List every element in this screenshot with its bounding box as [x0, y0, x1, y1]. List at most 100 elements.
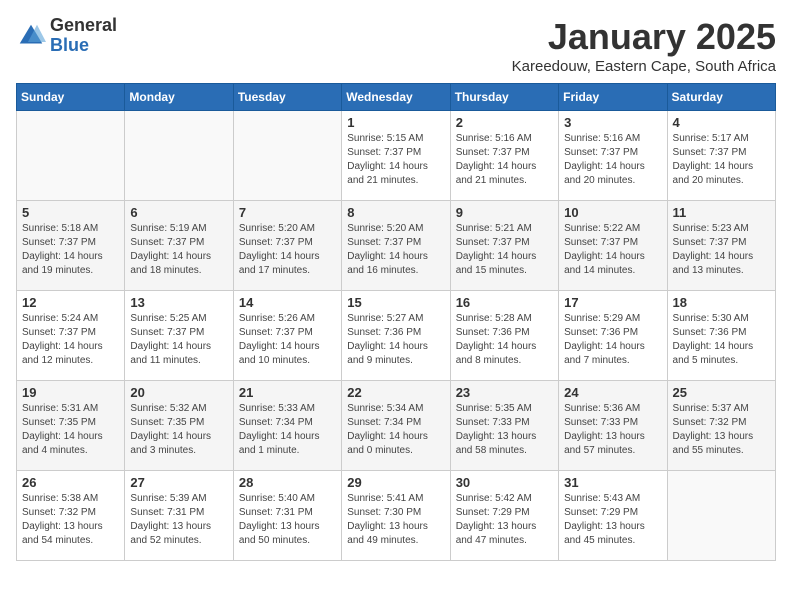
calendar-cell: 30Sunrise: 5:42 AM Sunset: 7:29 PM Dayli… [450, 471, 558, 561]
logo-icon [16, 21, 46, 51]
day-number: 6 [130, 205, 227, 220]
weekday-header: Wednesday [342, 84, 450, 111]
logo: General Blue [16, 16, 117, 56]
day-number: 9 [456, 205, 553, 220]
calendar-cell: 24 Sunrise: 5:36 AM Sunset: 7:33 PM Dayli… [559, 381, 667, 471]
day-info: Sunrise: 5:29 AM Sunset: 7:36 PM Dayligh… [564, 312, 661, 368]
calendar-cell: 14 Sunrise: 5:26 AM Sunset: 7:37 PM Dayli… [233, 291, 341, 381]
page-header: General Blue January 2025 Kareedouw, Eas… [16, 16, 776, 75]
calendar-cell: 12Sunrise: 5:24 AM Sunset: 7:37 PM Dayli… [17, 291, 125, 381]
weekday-header: Thursday [450, 84, 558, 111]
calendar-cell: 28Sunrise: 5:40 AM Sunset: 7:31 PM Dayli… [233, 471, 341, 561]
calendar-week-row: 26Sunrise: 5:38 AM Sunset: 7:32 PM Dayli… [17, 471, 776, 561]
calendar-cell: 23 Sunrise: 5:35 AM Sunset: 7:33 PM Dayli… [450, 381, 558, 471]
day-number: 28 [239, 475, 336, 490]
day-number: 11 [673, 205, 770, 220]
day-number: 3 [564, 115, 661, 130]
day-info: Sunrise: 5:36 AM Sunset: 7:33 PM Dayligh… [564, 402, 661, 458]
day-info: Sunrise: 5:16 AM Sunset: 7:37 PM Dayligh… [564, 132, 661, 188]
day-number: 22 [347, 385, 444, 400]
day-number: 25 [673, 385, 770, 400]
day-info: Sunrise: 5:23 AM Sunset: 7:37 PM Dayligh… [673, 222, 770, 278]
calendar-week-row: 1 Sunrise: 5:15 AM Sunset: 7:37 PM Daylig… [17, 111, 776, 201]
calendar-cell: 5 Sunrise: 5:18 AM Sunset: 7:37 PM Daylig… [17, 201, 125, 291]
calendar-cell [233, 111, 341, 201]
calendar-week-row: 5 Sunrise: 5:18 AM Sunset: 7:37 PM Daylig… [17, 201, 776, 291]
weekday-header: Tuesday [233, 84, 341, 111]
calendar-cell: 25 Sunrise: 5:37 AM Sunset: 7:32 PM Dayli… [667, 381, 775, 471]
day-info: Sunrise: 5:18 AM Sunset: 7:37 PM Dayligh… [22, 222, 119, 278]
calendar-cell: 8Sunrise: 5:20 AM Sunset: 7:37 PM Daylig… [342, 201, 450, 291]
weekday-header: Monday [125, 84, 233, 111]
calendar-cell [125, 111, 233, 201]
day-number: 7 [239, 205, 336, 220]
day-info: Sunrise: 5:39 AM Sunset: 7:31 PM Dayligh… [130, 492, 227, 548]
calendar-cell: 10Sunrise: 5:22 AM Sunset: 7:37 PM Dayli… [559, 201, 667, 291]
calendar-cell: 1 Sunrise: 5:15 AM Sunset: 7:37 PM Daylig… [342, 111, 450, 201]
weekday-header: Friday [559, 84, 667, 111]
day-info: Sunrise: 5:15 AM Sunset: 7:37 PM Dayligh… [347, 132, 444, 188]
day-number: 14 [239, 295, 336, 310]
calendar-cell: 17 Sunrise: 5:29 AM Sunset: 7:36 PM Dayli… [559, 291, 667, 381]
day-info: Sunrise: 5:28 AM Sunset: 7:36 PM Dayligh… [456, 312, 553, 368]
calendar-cell: 15 Sunrise: 5:27 AM Sunset: 7:36 PM Dayli… [342, 291, 450, 381]
day-info: Sunrise: 5:21 AM Sunset: 7:37 PM Dayligh… [456, 222, 553, 278]
calendar-cell [17, 111, 125, 201]
day-number: 20 [130, 385, 227, 400]
logo-text: General Blue [50, 16, 117, 56]
calendar-cell: 31Sunrise: 5:43 AM Sunset: 7:29 PM Dayli… [559, 471, 667, 561]
day-number: 19 [22, 385, 119, 400]
calendar-cell [667, 471, 775, 561]
day-info: Sunrise: 5:41 AM Sunset: 7:30 PM Dayligh… [347, 492, 444, 548]
calendar-cell: 4Sunrise: 5:17 AM Sunset: 7:37 PM Daylig… [667, 111, 775, 201]
day-info: Sunrise: 5:37 AM Sunset: 7:32 PM Dayligh… [673, 402, 770, 458]
weekday-header: Sunday [17, 84, 125, 111]
day-info: Sunrise: 5:17 AM Sunset: 7:37 PM Dayligh… [673, 132, 770, 188]
day-info: Sunrise: 5:19 AM Sunset: 7:37 PM Dayligh… [130, 222, 227, 278]
calendar-table: SundayMondayTuesdayWednesdayThursdayFrid… [16, 83, 776, 561]
calendar-cell: 7 Sunrise: 5:20 AM Sunset: 7:37 PM Daylig… [233, 201, 341, 291]
day-info: Sunrise: 5:34 AM Sunset: 7:34 PM Dayligh… [347, 402, 444, 458]
calendar-cell: 2 Sunrise: 5:16 AM Sunset: 7:37 PM Daylig… [450, 111, 558, 201]
calendar-cell: 9 Sunrise: 5:21 AM Sunset: 7:37 PM Daylig… [450, 201, 558, 291]
day-number: 17 [564, 295, 661, 310]
day-number: 5 [22, 205, 119, 220]
title-block: January 2025 Kareedouw, Eastern Cape, So… [512, 16, 776, 75]
day-number: 23 [456, 385, 553, 400]
calendar-cell: 11 Sunrise: 5:23 AM Sunset: 7:37 PM Dayli… [667, 201, 775, 291]
day-info: Sunrise: 5:35 AM Sunset: 7:33 PM Dayligh… [456, 402, 553, 458]
location-title: Kareedouw, Eastern Cape, South Africa [512, 58, 776, 75]
day-info: Sunrise: 5:27 AM Sunset: 7:36 PM Dayligh… [347, 312, 444, 368]
calendar-cell: 20 Sunrise: 5:32 AM Sunset: 7:35 PM Dayli… [125, 381, 233, 471]
logo-blue: Blue [50, 36, 117, 56]
day-info: Sunrise: 5:32 AM Sunset: 7:35 PM Dayligh… [130, 402, 227, 458]
day-info: Sunrise: 5:42 AM Sunset: 7:29 PM Dayligh… [456, 492, 553, 548]
day-info: Sunrise: 5:31 AM Sunset: 7:35 PM Dayligh… [22, 402, 119, 458]
calendar-header-row: SundayMondayTuesdayWednesdayThursdayFrid… [17, 84, 776, 111]
weekday-header: Saturday [667, 84, 775, 111]
day-info: Sunrise: 5:20 AM Sunset: 7:37 PM Dayligh… [239, 222, 336, 278]
calendar-cell: 22 Sunrise: 5:34 AM Sunset: 7:34 PM Dayli… [342, 381, 450, 471]
day-info: Sunrise: 5:26 AM Sunset: 7:37 PM Dayligh… [239, 312, 336, 368]
day-number: 24 [564, 385, 661, 400]
calendar-cell: 16Sunrise: 5:28 AM Sunset: 7:36 PM Dayli… [450, 291, 558, 381]
day-info: Sunrise: 5:33 AM Sunset: 7:34 PM Dayligh… [239, 402, 336, 458]
calendar-cell: 29Sunrise: 5:41 AM Sunset: 7:30 PM Dayli… [342, 471, 450, 561]
calendar-cell: 19 Sunrise: 5:31 AM Sunset: 7:35 PM Dayli… [17, 381, 125, 471]
day-info: Sunrise: 5:30 AM Sunset: 7:36 PM Dayligh… [673, 312, 770, 368]
day-info: Sunrise: 5:16 AM Sunset: 7:37 PM Dayligh… [456, 132, 553, 188]
day-number: 2 [456, 115, 553, 130]
day-number: 18 [673, 295, 770, 310]
logo-general: General [50, 16, 117, 36]
calendar-cell: 18 Sunrise: 5:30 AM Sunset: 7:36 PM Dayli… [667, 291, 775, 381]
calendar-cell: 26Sunrise: 5:38 AM Sunset: 7:32 PM Dayli… [17, 471, 125, 561]
calendar-week-row: 12Sunrise: 5:24 AM Sunset: 7:37 PM Dayli… [17, 291, 776, 381]
day-number: 15 [347, 295, 444, 310]
day-info: Sunrise: 5:43 AM Sunset: 7:29 PM Dayligh… [564, 492, 661, 548]
day-info: Sunrise: 5:25 AM Sunset: 7:37 PM Dayligh… [130, 312, 227, 368]
day-info: Sunrise: 5:20 AM Sunset: 7:37 PM Dayligh… [347, 222, 444, 278]
day-number: 21 [239, 385, 336, 400]
calendar-week-row: 19 Sunrise: 5:31 AM Sunset: 7:35 PM Dayli… [17, 381, 776, 471]
month-title: January 2025 [512, 16, 776, 58]
day-number: 1 [347, 115, 444, 130]
